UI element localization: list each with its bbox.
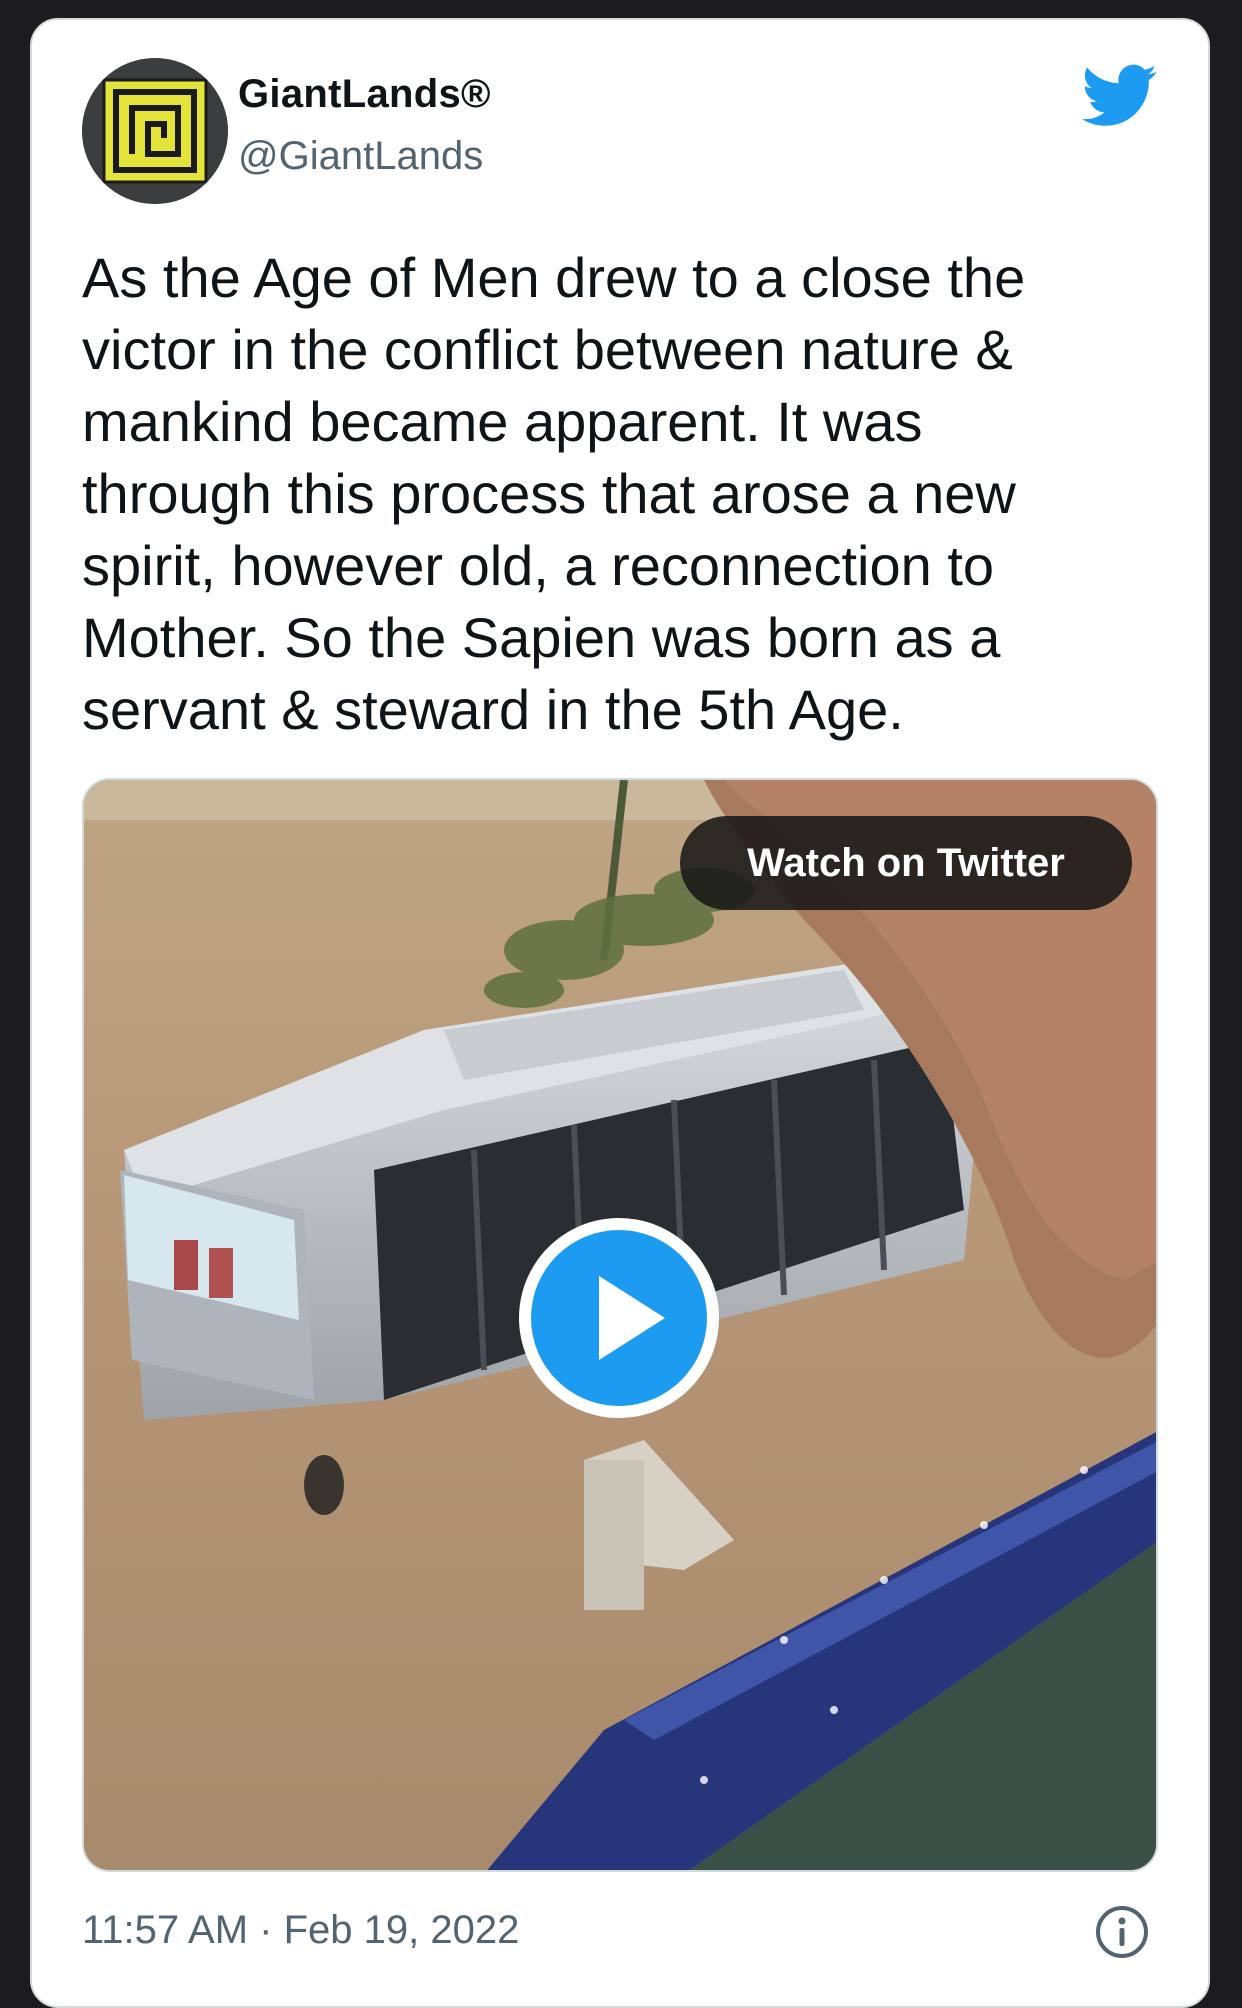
display-name[interactable]: GiantLands® [238, 72, 491, 117]
play-button[interactable] [519, 1218, 719, 1418]
video-player[interactable]: Watch on Twitter [82, 778, 1158, 1872]
watch-on-twitter-button[interactable]: Watch on Twitter [680, 816, 1132, 910]
play-circle[interactable] [531, 1230, 707, 1406]
avatar[interactable] [82, 58, 228, 204]
user-handle[interactable]: @GiantLands [238, 134, 483, 179]
tweet-card[interactable]: GiantLands® @GiantLands As the Age of Me… [30, 18, 1210, 2008]
twitter-bird-icon[interactable] [1082, 64, 1158, 128]
tweet-text: As the Age of Men drew to a close the vi… [82, 246, 1026, 741]
info-icon[interactable] [1094, 1904, 1150, 1960]
tweet-timestamp[interactable]: 11:57 AM · Feb 19, 2022 [82, 1908, 519, 1953]
giantlands-logo [82, 58, 228, 204]
play-icon [599, 1276, 665, 1360]
